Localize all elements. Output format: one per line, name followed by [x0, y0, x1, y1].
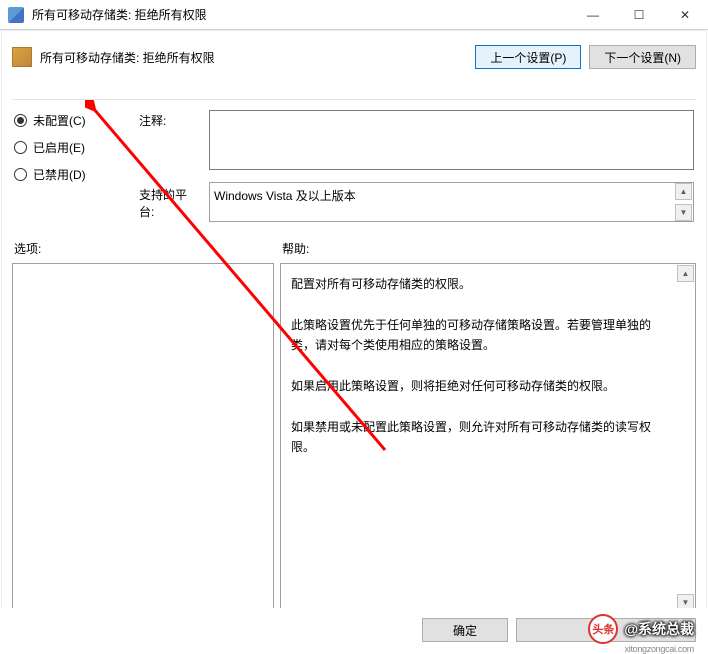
window-controls: — ☐ ✕: [570, 0, 708, 29]
radio-group: 未配置(C) 已启用(E) 已禁用(D): [14, 110, 129, 222]
options-label: 选项:: [14, 240, 282, 257]
divider: [12, 99, 696, 100]
ok-label: 确定: [453, 622, 477, 639]
radio-icon: [14, 141, 27, 154]
watermark-url: xitongzongcai.com: [625, 644, 694, 654]
toolbar: 所有可移动存储类: 拒绝所有权限 上一个设置(P) 下一个设置(N): [2, 31, 706, 93]
maximize-button[interactable]: ☐: [616, 0, 662, 29]
minimize-button[interactable]: —: [570, 0, 616, 29]
help-text: 配置对所有可移动存储类的权限。 此策略设置优先于任何单独的可移动存储策略设置。若…: [291, 274, 673, 458]
window-title: 所有可移动存储类: 拒绝所有权限: [32, 6, 570, 23]
radio-icon: [14, 114, 27, 127]
scroll-up-icon[interactable]: ▲: [677, 265, 694, 282]
comment-input[interactable]: [209, 110, 694, 170]
watermark-author: @系统总裁: [624, 619, 694, 639]
scroll-down-icon[interactable]: ▼: [675, 204, 692, 221]
radio-not-configured[interactable]: 未配置(C): [14, 112, 129, 129]
radio-label-enabled: 已启用(E): [33, 139, 85, 156]
titlebar: 所有可移动存储类: 拒绝所有权限 — ☐ ✕: [0, 0, 708, 30]
help-label: 帮助:: [282, 240, 309, 257]
options-panel: [12, 263, 274, 613]
radio-enabled[interactable]: 已启用(E): [14, 139, 129, 156]
platform-value: Windows Vista 及以上版本: [214, 189, 356, 203]
close-button[interactable]: ✕: [662, 0, 708, 29]
previous-setting-label: 上一个设置(P): [490, 49, 566, 66]
radio-label-disabled: 已禁用(D): [33, 166, 86, 183]
previous-setting-button[interactable]: 上一个设置(P): [475, 45, 581, 69]
watermark-icon: 头条: [588, 614, 618, 644]
policy-icon: [12, 47, 32, 67]
radio-disabled[interactable]: 已禁用(D): [14, 166, 129, 183]
platform-label: 支持的平台:: [139, 182, 201, 222]
radio-icon: [14, 168, 27, 181]
scroll-up-icon[interactable]: ▲: [675, 183, 692, 200]
help-panel: 配置对所有可移动存储类的权限。 此策略设置优先于任何单独的可移动存储策略设置。若…: [280, 263, 696, 613]
policy-title: 所有可移动存储类: 拒绝所有权限: [40, 49, 467, 66]
platform-box: Windows Vista 及以上版本 ▲ ▼: [209, 182, 694, 222]
comment-label: 注释:: [139, 110, 201, 170]
app-icon: [8, 7, 24, 23]
next-setting-button[interactable]: 下一个设置(N): [589, 45, 696, 69]
radio-label-not-configured: 未配置(C): [33, 112, 86, 129]
ok-button[interactable]: 确定: [422, 618, 508, 642]
watermark: 头条 @系统总裁: [588, 614, 694, 644]
next-setting-label: 下一个设置(N): [604, 49, 681, 66]
